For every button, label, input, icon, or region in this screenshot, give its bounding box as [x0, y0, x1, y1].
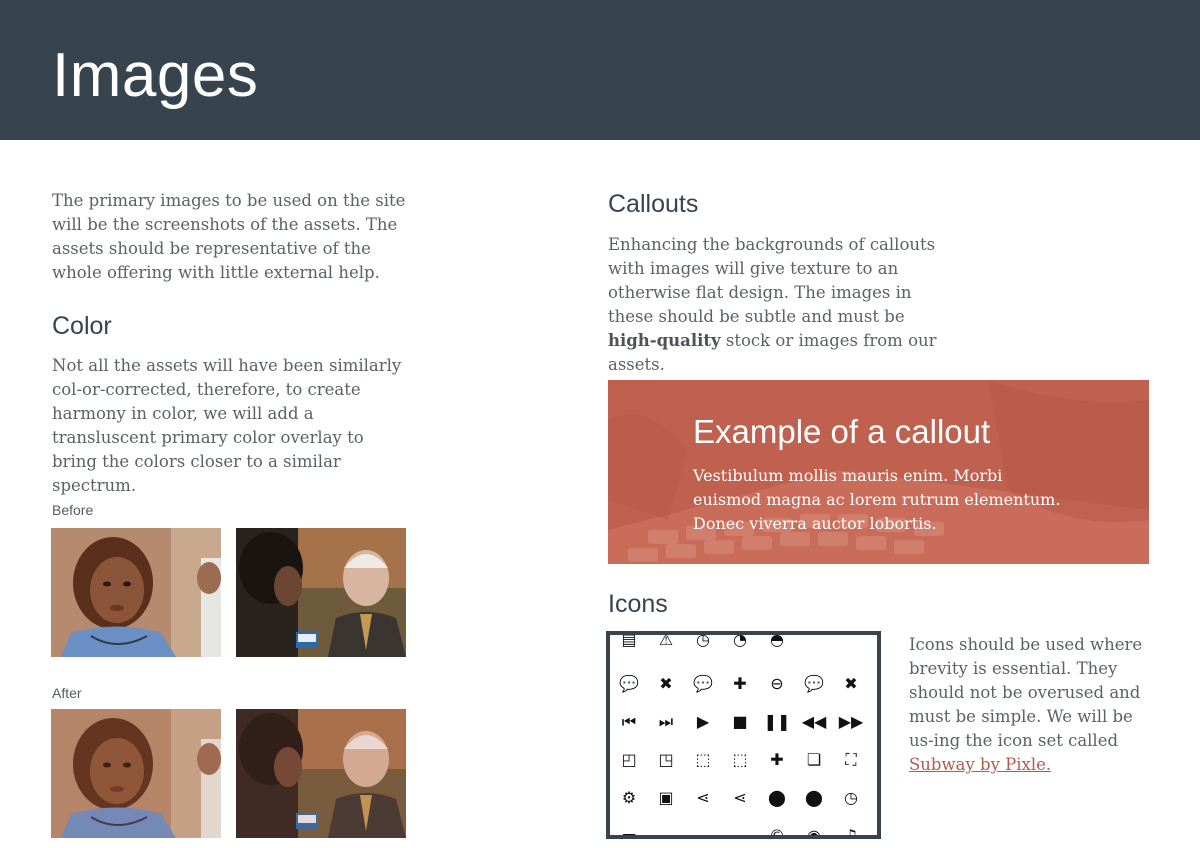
subway-icon: ⬤ [768, 788, 786, 807]
callouts-text-pre: Enhancing the backgrounds of callouts wi… [608, 235, 936, 326]
subway-icon: ◔ [733, 631, 747, 649]
icons-text-pre: Icons should be used where brevity is es… [909, 635, 1143, 750]
subway-icon: ☁ [695, 826, 711, 839]
subway-icon: ⚠ [658, 631, 674, 649]
subway-icon: ❚❚ [763, 712, 791, 731]
subway-icon: ▶ [696, 712, 710, 731]
after-photo-interview [236, 709, 406, 838]
subway-icon: ✖ [659, 674, 673, 693]
subway-icon: ⏭ [658, 712, 674, 731]
subway-icon: ◷ [696, 631, 710, 649]
subway-icon: ◓ [770, 631, 784, 649]
subway-icon: ▬ [621, 826, 637, 839]
subway-icon: ✚ [733, 674, 747, 693]
subway-icon: ☁ [732, 826, 748, 839]
subway-icon: ◀◀ [801, 712, 827, 731]
intro-paragraph: The primary images to be used on the sit… [52, 191, 406, 282]
subway-icon: ▶▶ [838, 712, 864, 731]
icons-paragraph: Icons should be used where brevity is es… [909, 633, 1149, 777]
subway-icon: ⬚ [695, 750, 711, 769]
after-photo-nurse [51, 709, 221, 838]
callout-example: Example of a callout Vestibulum mollis m… [608, 380, 1149, 564]
subway-icon: © [769, 826, 785, 839]
subway-icon: 💬 [804, 674, 824, 693]
icon-grid: ▤ ⚠ ◷ ◔ ◓ 💬 ✖ 💬 ✚ ⊖ 💬 ✖ ⏮ ⏭ ▶ ■ ❚❚ ◀◀ ▶▶ ◰ ◳ ⬚ ⬚ ✚ ❏ ⛶ ⚙ ▣ ⋖ ⋖ ⬤ ⬤ ◷ ▬ ☁ ☁ ☁… [610, 635, 877, 835]
page-title: Images [52, 41, 259, 110]
before-photo-nurse [51, 528, 221, 657]
subway-icon: ▣ [658, 788, 674, 807]
subway-icon: ■ [732, 712, 748, 731]
subway-icon: ▤ [621, 631, 637, 649]
subway-icon: ☁ [658, 826, 674, 839]
callout-body: Vestibulum mollis mauris enim. Morbi eui… [693, 466, 1061, 533]
icons-heading: Icons [608, 590, 668, 618]
callouts-paragraph: Enhancing the backgrounds of callouts wi… [608, 233, 958, 377]
before-photo-interview [236, 528, 406, 657]
subway-icon: ◰ [621, 750, 637, 769]
subway-icon: ◷ [844, 788, 858, 807]
subway-icon: 💬 [693, 674, 713, 693]
subway-icon: ✚ [770, 750, 784, 769]
subway-icon: ⛶ [845, 750, 857, 769]
color-heading: Color [52, 312, 112, 340]
subway-icon: ⬤ [805, 788, 823, 807]
subway-icon: ⏮ [621, 712, 637, 731]
subway-icon: ❏ [806, 750, 822, 769]
subway-icon: ⚙ [621, 788, 637, 807]
subway-icon: ⋖ [696, 788, 710, 807]
subway-pixle-link[interactable]: Subway by Pixle. [909, 755, 1051, 774]
callout-title: Example of a callout [693, 413, 991, 450]
color-paragraph: Not all the assets will have been simila… [52, 356, 402, 495]
callouts-heading: Callouts [608, 190, 699, 218]
subway-icon: ◉ [807, 826, 821, 839]
subway-icon: ⬚ [732, 750, 748, 769]
subway-icon: ♫ [843, 826, 859, 839]
before-label: Before [52, 502, 94, 518]
icon-set-preview: ▤ ⚠ ◷ ◔ ◓ 💬 ✖ 💬 ✚ ⊖ 💬 ✖ ⏮ ⏭ ▶ ■ ❚❚ ◀◀ ▶▶ ◰ ◳ ⬚ ⬚ ✚ ❏ ⛶ ⚙ ▣ ⋖ ⋖ ⬤ ⬤ ◷ ▬ ☁ ☁ ☁… [606, 631, 881, 839]
subway-icon: ⋖ [733, 788, 747, 807]
after-label: After [52, 685, 82, 701]
page-header: Images [0, 0, 1200, 140]
callouts-text-bold: high-quality [608, 331, 721, 350]
subway-icon: ⊖ [770, 674, 784, 693]
subway-icon: ◳ [658, 750, 674, 769]
subway-icon: ✖ [844, 674, 858, 693]
subway-icon: 💬 [619, 674, 639, 693]
